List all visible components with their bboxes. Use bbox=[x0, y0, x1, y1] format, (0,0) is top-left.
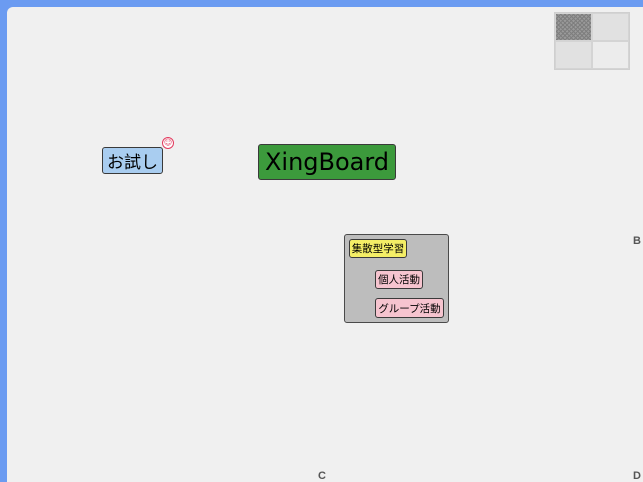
board-canvas[interactable] bbox=[7, 7, 643, 482]
minimap[interactable] bbox=[554, 12, 630, 70]
card-individual-activity[interactable]: 個人活動 bbox=[375, 270, 423, 289]
edge-label-c: C bbox=[318, 470, 326, 482]
card-xingboard[interactable]: XingBoard bbox=[258, 144, 396, 180]
card-trial[interactable]: お試し bbox=[102, 147, 163, 174]
card-group-title[interactable]: 集散型学習 bbox=[349, 239, 407, 258]
face-icon[interactable]: ☺ bbox=[162, 137, 174, 149]
minimap-cell-top-left[interactable] bbox=[555, 13, 592, 41]
minimap-cell-bottom-left[interactable] bbox=[555, 41, 592, 69]
edge-label-b: B bbox=[633, 235, 641, 247]
minimap-cell-top-right[interactable] bbox=[592, 13, 629, 41]
edge-label-d: D bbox=[633, 470, 641, 482]
card-group-activity[interactable]: グループ活動 bbox=[375, 298, 444, 318]
minimap-cell-bottom-right[interactable] bbox=[592, 41, 629, 69]
